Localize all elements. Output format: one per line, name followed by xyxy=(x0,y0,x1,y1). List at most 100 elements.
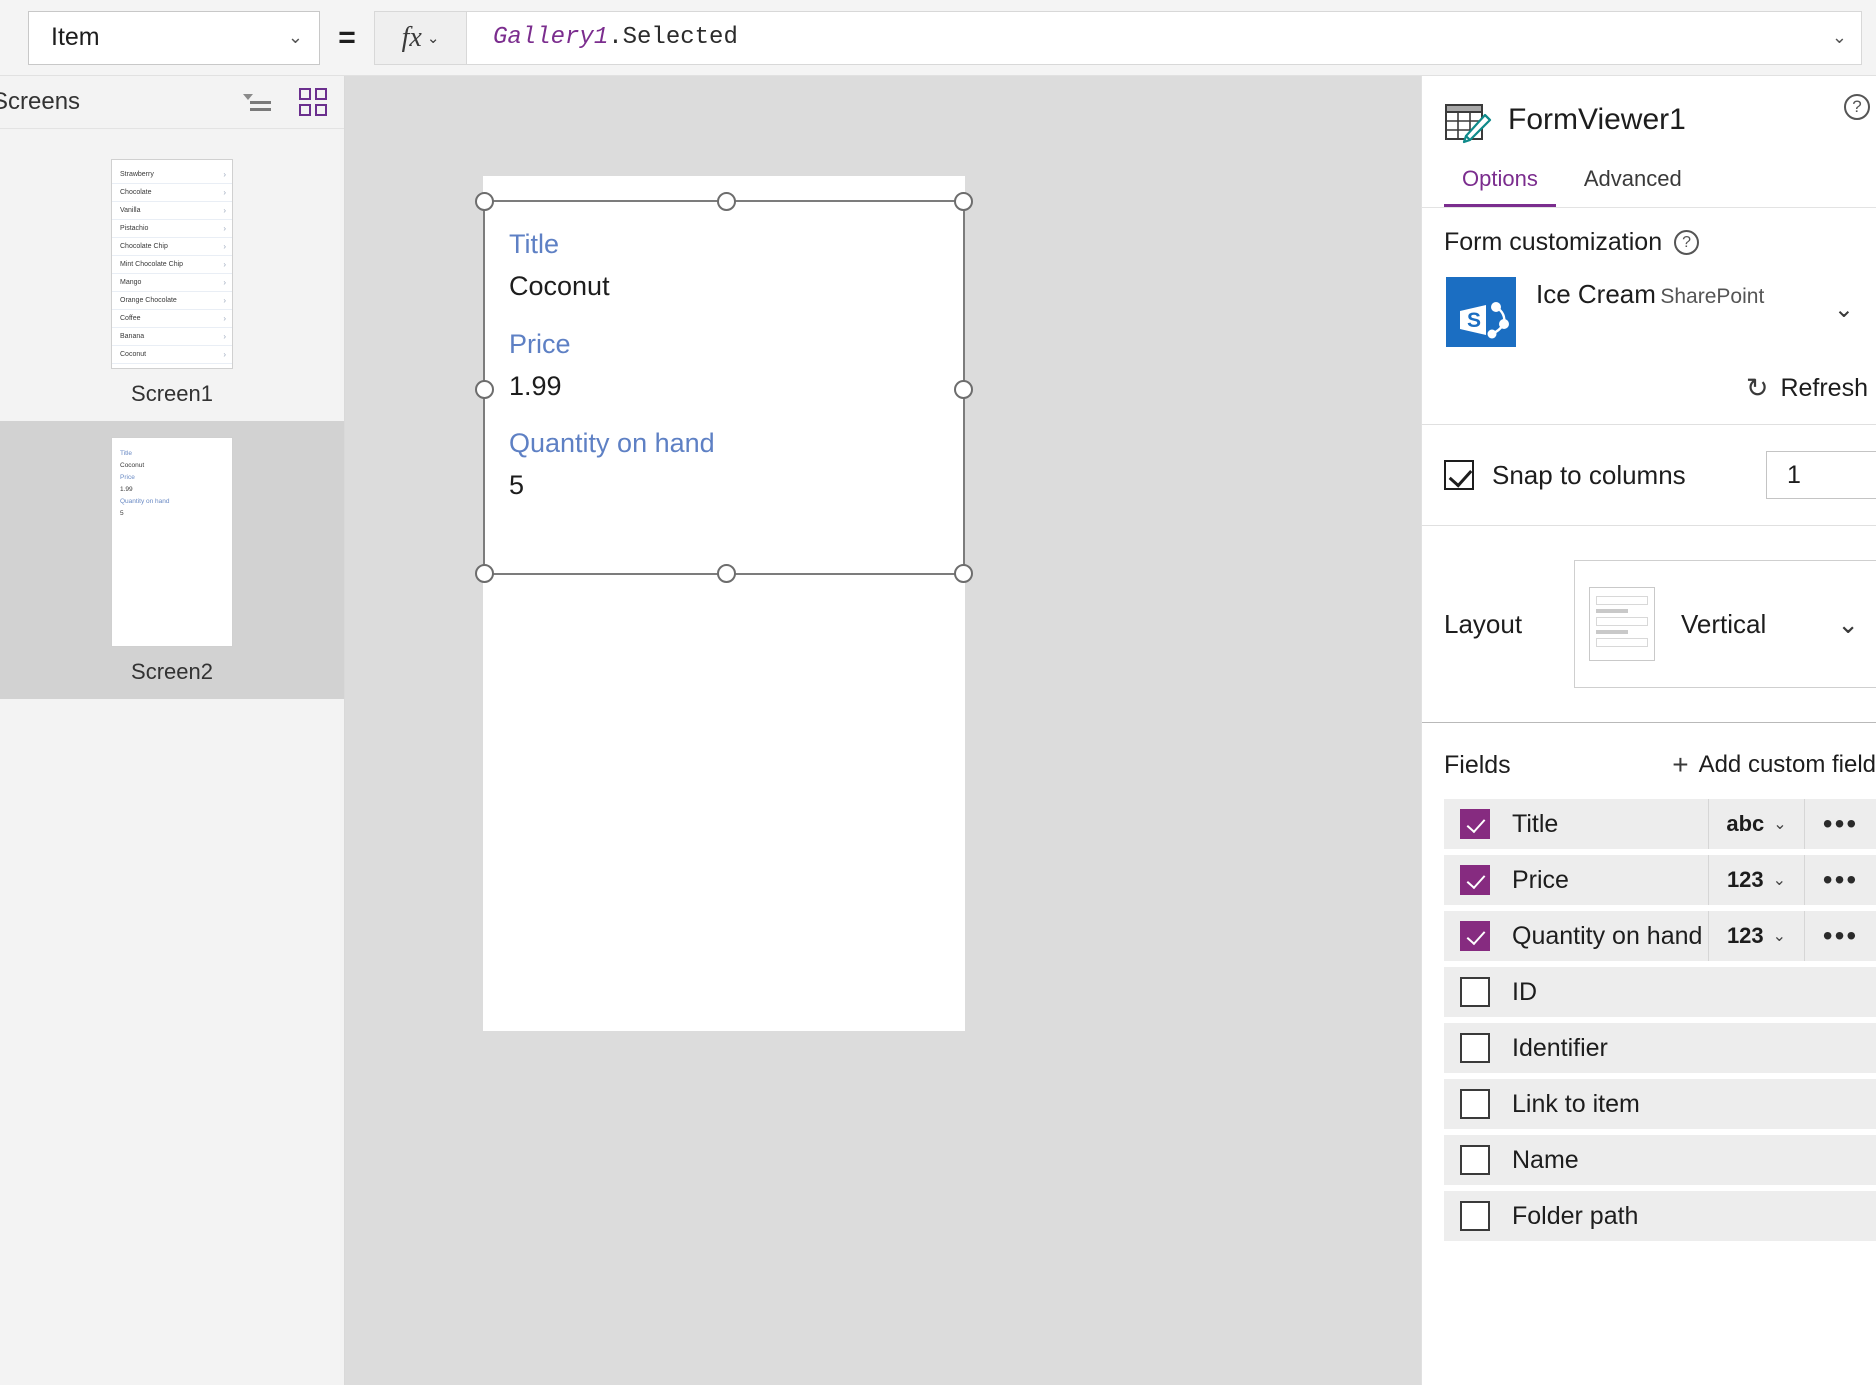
field-row-quantity-on-hand[interactable]: Quantity on hand 123 ⌄ ••• xyxy=(1444,911,1876,961)
tree-view-icon[interactable] xyxy=(240,85,274,119)
layout-row: Layout Vertical ⌄ xyxy=(1422,526,1876,723)
field-checkbox-price[interactable] xyxy=(1460,865,1490,895)
list-item: Strawberry › xyxy=(112,166,232,184)
chevron-down-icon: ⌄ xyxy=(287,27,303,47)
chevron-down-icon: ⌄ xyxy=(1772,928,1787,945)
vertical-layout-icon xyxy=(1589,587,1655,661)
field-checkbox-folder-path[interactable] xyxy=(1460,1201,1490,1231)
field-type-value: 123 xyxy=(1726,923,1764,948)
chevron-right-icon: › xyxy=(223,349,226,359)
field-label: Folder path xyxy=(1512,1201,1639,1230)
resize-handle-bottom-right[interactable] xyxy=(954,564,973,583)
field-checkbox-name[interactable] xyxy=(1460,1145,1490,1175)
data-source-card[interactable]: S Ice Cream SharePoint ⌄ xyxy=(1444,257,1854,347)
field-more-options-icon[interactable]: ••• xyxy=(1804,855,1876,905)
fields-list: Title abc ⌄ ••• Price 123 ⌄ ••• Quantity… xyxy=(1422,799,1876,1247)
formula-input[interactable]: Gallery1.Selected ⌄ xyxy=(466,10,1862,65)
field-type-select[interactable]: abc ⌄ xyxy=(1708,799,1804,849)
field-row-price[interactable]: Price 123 ⌄ ••• xyxy=(1444,855,1876,905)
field-row-name[interactable]: Name xyxy=(1444,1135,1876,1185)
field-value-price: 1.99 xyxy=(509,370,562,401)
form-customization-section: Form customization ? S Ice Cream SharePo… xyxy=(1422,208,1876,723)
snap-to-columns-checkbox[interactable] xyxy=(1444,460,1474,490)
chevron-right-icon: › xyxy=(223,331,226,341)
plus-icon: + xyxy=(1672,749,1689,780)
resize-handle-top-left[interactable] xyxy=(475,192,494,211)
field-row-link-to-item[interactable]: Link to item xyxy=(1444,1079,1876,1129)
chevron-down-icon[interactable]: ⌄ xyxy=(1834,277,1854,324)
form-preview-label: Quantity on hand xyxy=(120,498,170,506)
screen1-label: Screen1 xyxy=(131,381,213,406)
list-item: Vanilla › xyxy=(112,202,232,220)
field-type-value: abc xyxy=(1726,811,1765,836)
properties-panel-header: FormViewer1 ? xyxy=(1422,76,1876,146)
resize-handle-middle-left[interactable] xyxy=(475,380,494,399)
field-label: Link to item xyxy=(1512,1089,1640,1118)
chevron-right-icon: › xyxy=(223,205,226,215)
field-type-select[interactable]: 123 ⌄ xyxy=(1708,855,1804,905)
field-label: Title xyxy=(1512,809,1559,838)
help-icon[interactable]: ? xyxy=(1674,230,1700,255)
field-row-title[interactable]: Title abc ⌄ ••• xyxy=(1444,799,1876,849)
chevron-right-icon: › xyxy=(223,295,226,305)
studio-body: Screens Strawberry › Chocolate › Vanilla… xyxy=(0,76,1876,1385)
tab-options[interactable]: Options xyxy=(1444,160,1556,207)
form-customization-title: Form customization ? xyxy=(1444,228,1854,257)
field-more-options-icon[interactable]: ••• xyxy=(1804,799,1876,849)
field-checkbox-title[interactable] xyxy=(1460,809,1490,839)
grid-view-icon[interactable] xyxy=(296,85,330,119)
screen-thumbnail-screen1[interactable]: Strawberry › Chocolate › Vanilla › Pistachi… xyxy=(0,143,344,421)
field-row-folder-path[interactable]: Folder path xyxy=(1444,1191,1876,1241)
list-item: Orange Chocolate › xyxy=(112,292,232,310)
field-label: Price xyxy=(1512,865,1569,894)
gallery-preview: Strawberry › Chocolate › Vanilla › Pistachi… xyxy=(112,160,232,368)
resize-handle-middle-right[interactable] xyxy=(954,380,973,399)
screen-thumbnail-screen2[interactable]: Title Coconut Price 1.99 Quantity on han… xyxy=(0,421,344,699)
layout-select[interactable]: Vertical ⌄ xyxy=(1574,560,1876,688)
field-row-id[interactable]: ID xyxy=(1444,967,1876,1017)
field-checkbox-link-to-item[interactable] xyxy=(1460,1089,1490,1119)
add-custom-field-button[interactable]: + Add custom field xyxy=(1672,749,1876,781)
refresh-button[interactable]: ↻ Refresh xyxy=(1422,347,1876,425)
property-selector[interactable]: Item ⌄ xyxy=(28,10,320,65)
columns-count-select[interactable]: 1 ⌄ xyxy=(1766,451,1876,499)
screen2-preview: Title Coconut Price 1.99 Quantity on han… xyxy=(111,437,233,647)
app-canvas[interactable]: Title Coconut Price 1.99 Quantity on han… xyxy=(345,76,1421,1385)
field-checkbox-id[interactable] xyxy=(1460,977,1490,1007)
field-label-quantity-on-hand: Quantity on hand xyxy=(509,428,715,459)
chevron-down-icon: ⌄ xyxy=(1837,608,1859,639)
field-more-options-icon[interactable]: ••• xyxy=(1804,911,1876,961)
field-checkbox-identifier[interactable] xyxy=(1460,1033,1490,1063)
svg-text:S: S xyxy=(1467,309,1481,332)
equals-sign: = xyxy=(338,20,356,54)
form-preview-label: Title xyxy=(120,450,133,457)
formula-text: Gallery1.Selected xyxy=(493,24,738,51)
field-checkbox-quantity-on-hand[interactable] xyxy=(1460,921,1490,951)
field-label-title: Title xyxy=(509,229,560,259)
help-icon[interactable]: ? xyxy=(1844,94,1870,120)
resize-handle-top-center[interactable] xyxy=(717,192,736,211)
fields-title: Fields xyxy=(1444,750,1511,779)
power-apps-studio: Item ⌄ = fx ⌄ Gallery1.Selected ⌄ Screen… xyxy=(0,0,1876,1385)
chevron-right-icon: › xyxy=(223,241,226,251)
formula-object-token: Gallery1 xyxy=(493,24,609,51)
list-item: Banana › xyxy=(112,328,232,346)
formula-expand-chevron-icon[interactable]: ⌄ xyxy=(1832,27,1847,48)
fx-button[interactable]: fx ⌄ xyxy=(374,10,466,65)
resize-handle-bottom-center[interactable] xyxy=(717,564,736,583)
field-row-identifier[interactable]: Identifier xyxy=(1444,1023,1876,1073)
field-label: Quantity on hand xyxy=(1512,921,1703,950)
list-item: Mint Chocolate Chip › xyxy=(112,256,232,274)
list-item: Coffee › xyxy=(112,310,232,328)
form-customization-label: Form customization xyxy=(1444,228,1663,256)
chevron-down-icon: ⌄ xyxy=(1772,872,1787,889)
field-type-select[interactable]: 123 ⌄ xyxy=(1708,911,1804,961)
form-viewer-control[interactable]: Title Coconut Price 1.99 Quantity on han… xyxy=(475,192,973,583)
form-preview-value: Coconut xyxy=(120,462,145,470)
field-label: ID xyxy=(1512,977,1537,1006)
field-type-value: 123 xyxy=(1726,867,1764,892)
resize-handle-bottom-left[interactable] xyxy=(475,564,494,583)
resize-handle-top-right[interactable] xyxy=(954,192,973,211)
tab-advanced[interactable]: Advanced xyxy=(1566,160,1700,207)
list-item: Pistachio › xyxy=(112,220,232,238)
